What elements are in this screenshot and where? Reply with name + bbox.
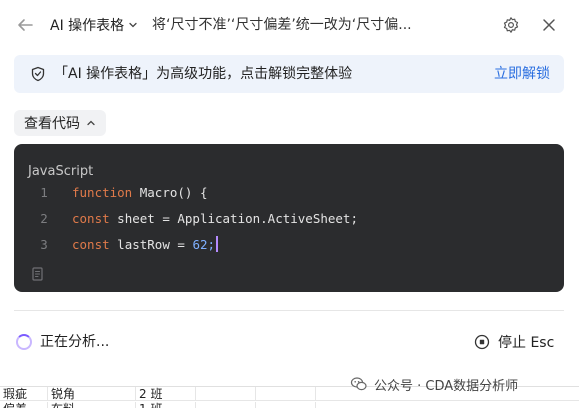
copy-code-icon[interactable] — [30, 266, 46, 282]
table-cell[interactable]: 锐角 — [48, 387, 136, 401]
close-icon[interactable] — [538, 14, 560, 36]
table-cell[interactable] — [256, 387, 316, 401]
chevron-up-icon — [87, 120, 95, 126]
wechat-watermark: 公众号 · CDA数据分析师 — [350, 374, 518, 394]
code-keyword: const — [72, 211, 110, 226]
table-cell[interactable] — [256, 402, 316, 408]
line-number: 1 — [40, 185, 48, 200]
code-text: Macro() { — [132, 185, 208, 200]
stop-button[interactable]: 停止 Esc — [474, 332, 554, 352]
table-cell[interactable]: 布料 — [48, 402, 136, 408]
stop-label: 停止 Esc — [498, 335, 555, 351]
banner-text: 「AI 操作表格」为高级功能，点击解锁完整体验 — [54, 66, 353, 82]
code-keyword: function — [72, 185, 133, 200]
code-text: sheet = Application.ActiveSheet; — [109, 211, 358, 226]
view-code-toggle[interactable]: 查看代码 — [14, 110, 106, 136]
text-cursor — [216, 236, 219, 252]
table-cell[interactable] — [196, 387, 256, 401]
line-number: 3 — [40, 237, 48, 252]
code-keyword: const — [72, 237, 110, 252]
panel-header: AI 操作表格 将‘尺寸不准’‘尺寸偏差’统一改为‘尺寸偏... — [0, 0, 579, 50]
stop-circle-icon — [474, 334, 490, 350]
chevron-down-icon — [129, 22, 137, 28]
code-text: lastRow = — [109, 237, 193, 252]
analysis-status: 正在分析... — [40, 334, 110, 350]
code-language-label: JavaScript — [28, 164, 94, 179]
unlock-now-link[interactable]: 立即解锁 — [494, 55, 550, 93]
table-cell[interactable]: 偏差 — [0, 402, 48, 408]
code-block: JavaScript 1 function Macro() { 2 const … — [14, 144, 564, 292]
settings-gear-icon[interactable] — [500, 14, 522, 36]
wechat-icon — [350, 377, 367, 391]
ai-mode-label: AI 操作表格 — [50, 18, 125, 34]
table-cell[interactable]: 瑕疵 — [0, 387, 48, 401]
line-number: 2 — [40, 211, 48, 226]
code-number-literal: 62; — [192, 237, 216, 252]
premium-banner: 「AI 操作表格」为高级功能，点击解锁完整体验 立即解锁 — [14, 55, 564, 93]
task-title: 将‘尺寸不准’‘尺寸偏差’统一改为‘尺寸偏... — [152, 17, 412, 33]
loading-spinner-icon — [16, 334, 32, 350]
back-arrow-icon[interactable] — [14, 14, 36, 36]
ai-mode-dropdown[interactable]: AI 操作表格 — [50, 14, 138, 36]
view-code-label: 查看代码 — [24, 116, 80, 132]
table-cell[interactable]: 2 班 — [136, 387, 196, 401]
table-cell[interactable] — [196, 402, 256, 408]
shield-icon — [31, 66, 45, 82]
table-row: 偏差 布料 1 班 — [0, 402, 579, 408]
watermark-text: 公众号 · CDA数据分析师 — [374, 378, 519, 394]
divider — [14, 310, 564, 311]
table-cell[interactable]: 1 班 — [136, 402, 196, 408]
